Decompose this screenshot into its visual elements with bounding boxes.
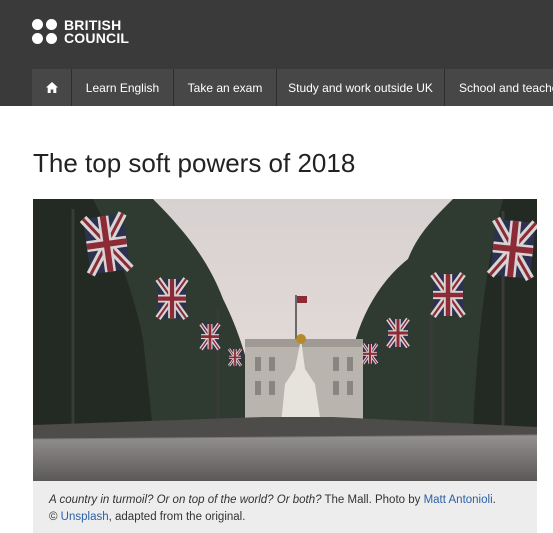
caption-text: , adapted from the original. <box>108 511 246 523</box>
unsplash-link[interactable]: Unsplash <box>61 511 109 523</box>
caption-italic: A country in turmoil? Or on top of the w… <box>49 494 322 506</box>
nav-take-an-exam[interactable]: Take an exam <box>174 69 277 106</box>
nav-home[interactable] <box>32 69 72 106</box>
logo-dots-icon <box>32 19 58 45</box>
article-photo <box>33 199 537 481</box>
page-title: The top soft powers of 2018 <box>33 148 356 178</box>
logo-line-2: COUNCIL <box>64 30 130 46</box>
nav-school-and-teacher[interactable]: School and teacher <box>445 69 553 106</box>
site-header: BRITISH COUNCIL Learn English Take an ex… <box>0 0 553 106</box>
main-nav: Learn English Take an exam Study and wor… <box>32 69 553 106</box>
caption-text: The Mall. Photo by <box>321 494 424 506</box>
caption-text: . <box>492 494 496 506</box>
british-council-logo[interactable]: BRITISH COUNCIL <box>32 18 130 46</box>
logo-text: BRITISH COUNCIL <box>64 18 130 46</box>
caption-text: © <box>49 511 61 523</box>
photo-author-link[interactable]: Matt Antonioli <box>424 494 493 506</box>
photo-caption: A country in turmoil? Or on top of the w… <box>33 481 537 533</box>
nav-study-and-work[interactable]: Study and work outside UK <box>277 69 445 106</box>
home-icon <box>45 82 58 93</box>
nav-learn-english[interactable]: Learn English <box>72 69 174 106</box>
